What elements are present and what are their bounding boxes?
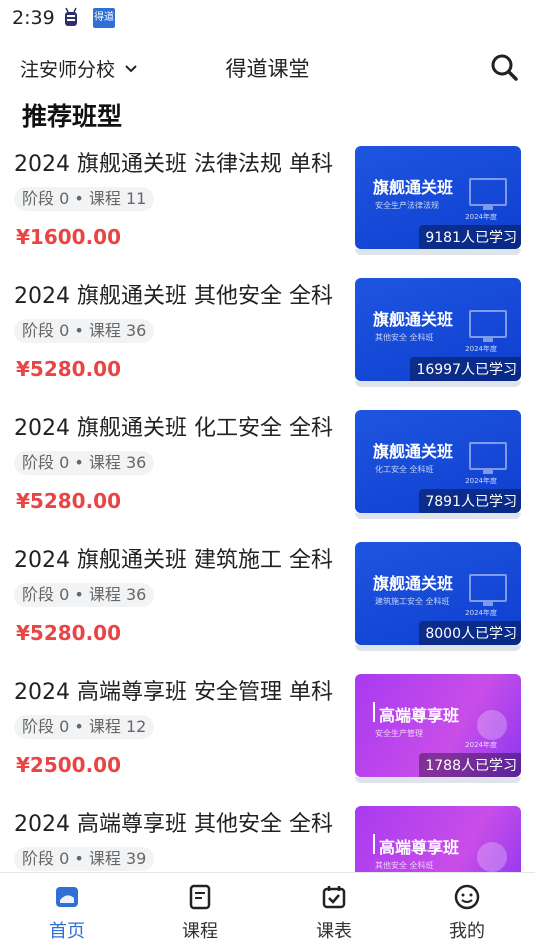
- cover-subtitle: 其他安全 全科班: [375, 861, 434, 870]
- cover-title: 旗舰通关班: [373, 574, 454, 593]
- home-icon: [56, 887, 78, 907]
- learner-count: 7891人已学习: [419, 489, 521, 513]
- cover-shadow: [355, 513, 521, 519]
- schedule-icon: [322, 886, 346, 909]
- monitor-icon: [469, 442, 507, 474]
- course-price: ¥2500.00: [16, 753, 122, 777]
- cover-title: 高端尊享班: [379, 706, 460, 725]
- learner-count: 8000人已学习: [419, 621, 521, 645]
- monitor-icon: [469, 574, 507, 606]
- cover-subtitle: 建筑施工安全 全科班: [375, 597, 450, 606]
- cover-title: 旗舰通关班: [373, 442, 454, 461]
- tab-courses-label: 课程: [182, 921, 218, 942]
- course-price: ¥5280.00: [16, 489, 122, 513]
- cover-year: 2024年度: [465, 609, 497, 617]
- app-notification-icon: 得道: [93, 8, 115, 28]
- course-cover-image: 旗舰通关班安全生产法律法规 2024年度 9181人已学习: [355, 146, 521, 249]
- course-title: 2024 旗舰通关班 化工安全 全科: [14, 416, 333, 441]
- course-meta-badge: 阶段 0 • 课程 36: [14, 451, 155, 475]
- search-icon[interactable]: [489, 52, 519, 82]
- cover-title: 高端尊享班: [379, 838, 460, 857]
- cover-year: 2024年度: [465, 741, 497, 749]
- tab-courses[interactable]: 课程: [150, 883, 250, 943]
- course-title: 2024 旗舰通关班 建筑施工 全科: [14, 548, 333, 573]
- user-vip-icon: [477, 842, 507, 872]
- cover-subtitle: 安全生产法律法规: [375, 201, 439, 210]
- status-time: 2:39: [12, 7, 55, 29]
- tab-home-label: 首页: [49, 921, 85, 942]
- cover-subtitle: 化工安全 全科班: [375, 465, 434, 474]
- section-title: 推荐班型: [22, 102, 123, 131]
- learner-count: 1788人已学习: [419, 753, 521, 777]
- course-card[interactable]: 2024 旗舰通关班 化工安全 全科 阶段 0 • 课程 36 ¥5280.00 旗舰…: [0, 404, 535, 536]
- course-price: ¥5280.00: [16, 621, 122, 645]
- cover-shadow: [355, 249, 521, 255]
- cover-accent-bar: [373, 834, 375, 854]
- status-bar: 2:39 得道: [0, 0, 535, 36]
- course-cover-image: 旗舰通关班其他安全 全科班 2024年度 16997人已学习: [355, 278, 521, 381]
- course-title: 2024 旗舰通关班 其他安全 全科: [14, 284, 333, 309]
- learner-count: 9181人已学习: [419, 225, 521, 249]
- course-cover-image: 高端尊享班安全生产管理 2024年度 1788人已学习: [355, 674, 521, 777]
- course-title: 2024 高端尊享班 安全管理 单科: [14, 680, 333, 705]
- course-meta-badge: 阶段 0 • 课程 11: [14, 187, 155, 211]
- cover-year: 2024年度: [465, 477, 497, 485]
- cover-year: 2024年度: [465, 213, 497, 221]
- course-price: ¥5280.00: [16, 357, 122, 381]
- profile-icon: [454, 884, 480, 910]
- cover-shadow: [355, 645, 521, 651]
- course-meta-badge: 阶段 0 • 课程 36: [14, 583, 155, 607]
- user-vip-icon: [477, 710, 507, 740]
- course-card[interactable]: 2024 旗舰通关班 建筑施工 全科 阶段 0 • 课程 36 ¥5280.00 旗舰…: [0, 536, 535, 668]
- course-card[interactable]: 2024 高端尊享班 安全管理 单科 阶段 0 • 课程 12 ¥2500.00 高端…: [0, 668, 535, 800]
- cover-title: 旗舰通关班: [373, 310, 454, 329]
- tab-schedule[interactable]: 课表: [284, 883, 384, 943]
- app-title: 得道课堂: [225, 57, 310, 81]
- course-cover-image: 旗舰通关班化工安全 全科班 2024年度 7891人已学习: [355, 410, 521, 513]
- course-meta-badge: 阶段 0 • 课程 12: [14, 715, 155, 739]
- top-bar: 注安师分校 得道课堂: [0, 44, 535, 90]
- tab-profile-label: 我的: [449, 921, 485, 942]
- cover-shadow: [355, 381, 521, 387]
- android-notification-icon: [65, 7, 77, 26]
- course-card[interactable]: 2024 旗舰通关班 其他安全 全科 阶段 0 • 课程 36 ¥5280.00 旗舰…: [0, 272, 535, 404]
- cover-title: 旗舰通关班: [373, 178, 454, 197]
- bottom-tab-bar: 首页 课程 课表 我的: [0, 872, 535, 952]
- cover-subtitle: 其他安全 全科班: [375, 333, 434, 342]
- course-title: 2024 旗舰通关班 法律法规 单科: [14, 152, 333, 177]
- course-cover-image: 旗舰通关班建筑施工安全 全科班 2024年度 8000人已学习: [355, 542, 521, 645]
- monitor-icon: [469, 310, 507, 342]
- cover-shadow: [355, 777, 521, 783]
- course-price: ¥1600.00: [16, 225, 122, 249]
- course-title: 2024 高端尊享班 其他安全 全科: [14, 812, 333, 837]
- cover-accent-bar: [373, 702, 375, 722]
- learner-count: 16997人已学习: [410, 357, 521, 381]
- course-meta-badge: 阶段 0 • 课程 36: [14, 319, 155, 343]
- tab-home[interactable]: 首页: [17, 883, 117, 943]
- course-meta-badge: 阶段 0 • 课程 39: [14, 847, 155, 871]
- tab-schedule-label: 课表: [316, 921, 352, 942]
- course-card[interactable]: 2024 旗舰通关班 法律法规 单科 阶段 0 • 课程 11 ¥1600.00 旗舰…: [0, 140, 535, 272]
- tab-profile[interactable]: 我的: [417, 883, 517, 943]
- cover-year: 2024年度: [465, 345, 497, 353]
- monitor-icon: [469, 178, 507, 210]
- cover-subtitle: 安全生产管理: [375, 729, 423, 738]
- course-icon: [189, 884, 211, 910]
